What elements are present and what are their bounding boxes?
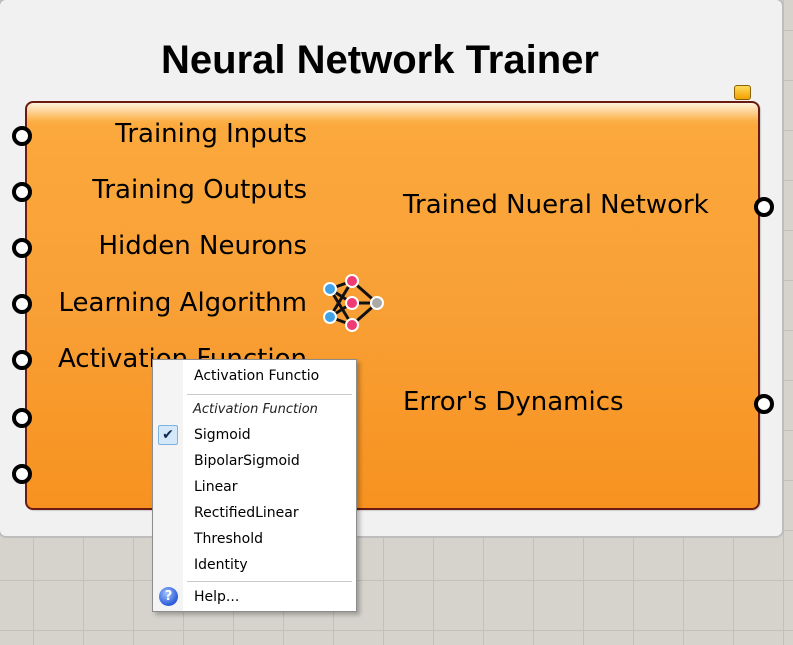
menu-item-bipolarsigmoid[interactable]: BipolarSigmoid [154,449,356,473]
input-grip-training-inputs[interactable] [12,126,32,146]
input-grip-hidden-neurons[interactable] [12,238,32,258]
menu-item-label: Linear [194,479,238,495]
checkmark-icon: ✔ [158,425,178,445]
input-grip-extra-1[interactable] [12,408,32,428]
menu-item-label: Sigmoid [194,427,251,443]
menu-item-identity[interactable]: Identity [154,553,356,577]
output-label-trained-network: Trained Nueral Network [403,190,709,220]
menu-item-name-field[interactable]: Activation Functio [154,364,356,388]
menu-item-label: BipolarSigmoid [194,453,300,469]
input-label-learning-algorithm: Learning Algorithm [58,288,307,318]
menu-item-label: Activation Functio [194,368,320,384]
input-grip-activation-function[interactable] [12,350,32,370]
component-title: Neural Network Trainer [161,38,599,82]
input-label-hidden-neurons: Hidden Neurons [98,231,308,261]
input-grip-training-outputs[interactable] [12,182,32,202]
menu-separator [187,581,352,582]
menu-item-label: RectifiedLinear [194,505,299,521]
menu-item-label: Threshold [194,531,263,547]
input-grip-extra-2[interactable] [12,464,32,484]
menu-item-sigmoid[interactable]: ✔ Sigmoid [154,423,356,447]
menu-separator [187,394,352,395]
output-grip-errors-dynamics[interactable] [754,394,774,414]
neural-network-icon [323,274,384,332]
output-label-errors-dynamics: Error's Dynamics [403,387,624,417]
menu-item-help[interactable]: ? Help... [154,585,356,609]
context-menu: Activation Functio Activation Function ✔… [152,359,357,612]
menu-item-rectifiedlinear[interactable]: RectifiedLinear [154,501,356,525]
output-grip-trained-network[interactable] [754,197,774,217]
help-icon: ? [159,587,178,606]
menu-item-threshold[interactable]: Threshold [154,527,356,551]
menu-item-label: Help... [194,589,240,605]
input-label-training-inputs: Training Inputs [115,119,307,149]
warning-badge[interactable] [734,85,751,100]
input-label-training-outputs: Training Outputs [92,175,307,205]
menu-item-linear[interactable]: Linear [154,475,356,499]
input-grip-learning-algorithm[interactable] [12,294,32,314]
menu-section-header: Activation Function [193,402,318,417]
menu-item-label: Identity [194,557,248,573]
